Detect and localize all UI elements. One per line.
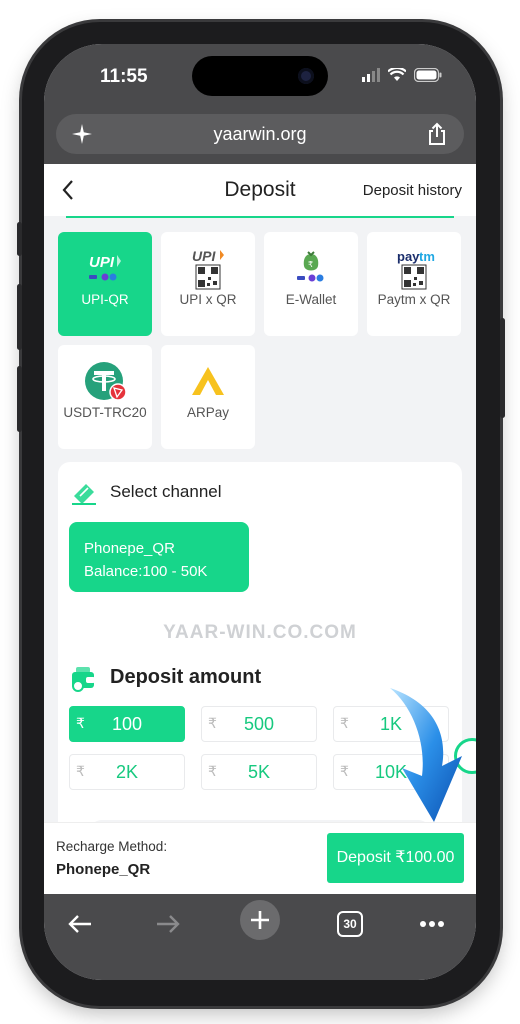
dynamic-island bbox=[192, 56, 328, 96]
browser-toolbar: 30 bbox=[44, 894, 476, 980]
method-upi-qr[interactable]: UPI UPI-QR bbox=[58, 232, 152, 336]
arpay-icon bbox=[161, 359, 255, 405]
method-label: UPI x QR bbox=[179, 292, 237, 307]
amount-option-100[interactable]: ₹ 100 bbox=[69, 706, 185, 742]
amount-option-5k[interactable]: ₹ 5K bbox=[201, 754, 317, 790]
svg-text:tm: tm bbox=[419, 249, 435, 264]
amount-option-2k[interactable]: ₹ 2K bbox=[69, 754, 185, 790]
page-header: Deposit Deposit history bbox=[44, 164, 476, 218]
channel-balance: Balance:100 - 50K bbox=[84, 563, 208, 580]
plus-icon bbox=[251, 911, 269, 929]
method-e-wallet[interactable]: ₹ E-Wallet bbox=[264, 232, 358, 336]
select-channel-section: Select channel Phonepe_QR Balance:100 - … bbox=[58, 462, 462, 622]
signal-icon bbox=[362, 68, 380, 82]
method-upi-x-qr[interactable]: UPI UPI x QR bbox=[161, 232, 255, 336]
tether-icon bbox=[58, 359, 152, 405]
method-usdt-trc20[interactable]: USDT-TRC20 bbox=[58, 345, 152, 449]
recharge-method-label: Recharge Method: bbox=[56, 839, 168, 854]
paytm-qr-icon: pay tm bbox=[367, 246, 461, 292]
channel-name: Phonepe_QR bbox=[84, 540, 175, 557]
amount-value: 5K bbox=[247, 762, 271, 782]
mute-switch bbox=[17, 222, 22, 256]
share-icon[interactable] bbox=[426, 122, 448, 146]
new-tab-button[interactable] bbox=[240, 900, 280, 940]
volume-down-button bbox=[17, 366, 22, 432]
tab-count: 30 bbox=[337, 911, 363, 937]
method-label: UPI-QR bbox=[81, 292, 129, 307]
svg-text:UPI: UPI bbox=[89, 254, 115, 271]
more-menu-button[interactable] bbox=[412, 904, 452, 944]
svg-text:₹: ₹ bbox=[308, 260, 313, 269]
upi-x-qr-icon: UPI bbox=[161, 246, 255, 292]
forward-nav-button[interactable] bbox=[148, 904, 188, 944]
e-wallet-icon: ₹ bbox=[264, 246, 358, 292]
forward-icon bbox=[157, 915, 180, 933]
method-label: USDT-TRC20 bbox=[63, 405, 147, 420]
method-arpay[interactable]: ARPay bbox=[161, 345, 255, 449]
channel-icon bbox=[72, 484, 96, 505]
browser-top-bar: 11:55 yaarwin.org bbox=[44, 44, 476, 164]
svg-text:UPI: UPI bbox=[192, 248, 216, 264]
wallet-icon bbox=[72, 667, 95, 692]
amount-option-500[interactable]: ₹ 500 bbox=[201, 706, 317, 742]
method-label: ARPay bbox=[186, 405, 230, 420]
amount-value: 500 bbox=[243, 714, 275, 734]
tabs-button[interactable]: 30 bbox=[330, 904, 370, 944]
address-bar[interactable]: yaarwin.org bbox=[56, 114, 464, 154]
back-nav-button[interactable] bbox=[60, 904, 100, 944]
recharge-method-value: Phonepe_QR bbox=[56, 861, 151, 878]
pointer-arrow-icon bbox=[390, 688, 462, 822]
bottom-action-bar: Recharge Method: Phonepe_QR Deposit ₹100… bbox=[44, 822, 476, 894]
status-icons bbox=[362, 68, 442, 82]
deposit-button[interactable]: Deposit ₹100.00 bbox=[327, 833, 464, 883]
screen: 11:55 yaarwin.org Deposit Deposit histor… bbox=[44, 44, 476, 980]
deposit-history-link[interactable]: Deposit history bbox=[363, 182, 462, 199]
battery-icon bbox=[414, 68, 442, 82]
amount-value: 100 bbox=[111, 714, 143, 734]
svg-text:pay: pay bbox=[397, 249, 420, 264]
payment-methods-grid: UPI UPI-QR UPI UPI x QR ₹ E-Wallet pay t… bbox=[44, 218, 476, 450]
method-paytm-x-qr[interactable]: pay tm Paytm x QR bbox=[367, 232, 461, 336]
watermark: YAAR-WIN.CO.COM bbox=[163, 622, 357, 643]
deposit-amount-title: Deposit amount bbox=[110, 666, 262, 688]
status-time: 11:55 bbox=[100, 66, 148, 87]
method-label: E-Wallet bbox=[285, 292, 337, 307]
select-channel-title: Select channel bbox=[110, 482, 222, 501]
volume-up-button bbox=[17, 284, 22, 350]
wifi-icon bbox=[388, 68, 406, 81]
more-icon bbox=[420, 921, 444, 927]
camera-icon bbox=[298, 68, 314, 84]
method-label: Paytm x QR bbox=[377, 292, 451, 307]
url-text[interactable]: yaarwin.org bbox=[56, 124, 464, 145]
back-icon bbox=[68, 915, 91, 933]
channel-option-phonepe[interactable]: Phonepe_QR Balance:100 - 50K bbox=[69, 522, 249, 592]
amount-value: 2K bbox=[115, 762, 139, 782]
power-button bbox=[500, 318, 505, 418]
upi-qr-icon: UPI bbox=[58, 246, 152, 292]
